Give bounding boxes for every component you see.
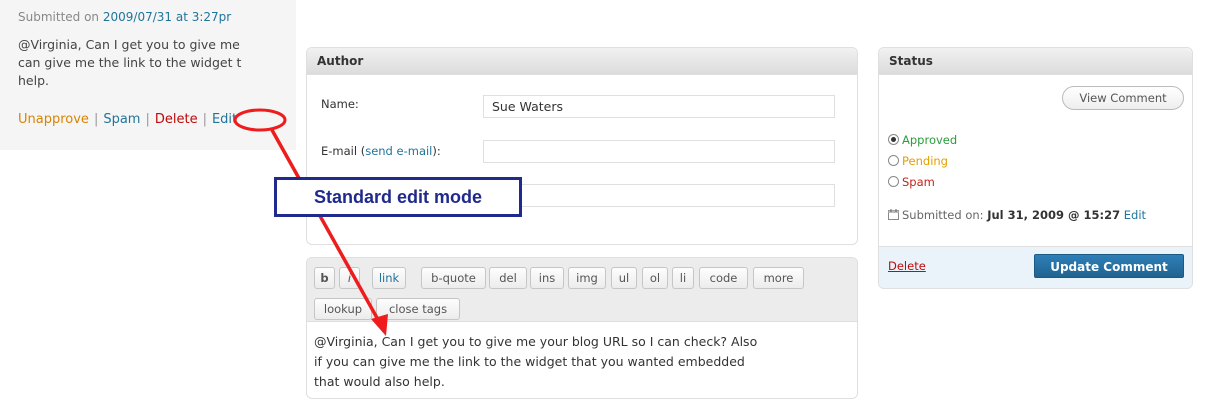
arrow-head-icon xyxy=(371,314,388,336)
annotation-callout: Standard edit mode xyxy=(274,177,522,217)
annotation-arrow-line xyxy=(270,129,383,326)
annotation-overlay xyxy=(233,108,388,336)
highlight-ellipse xyxy=(233,108,287,132)
